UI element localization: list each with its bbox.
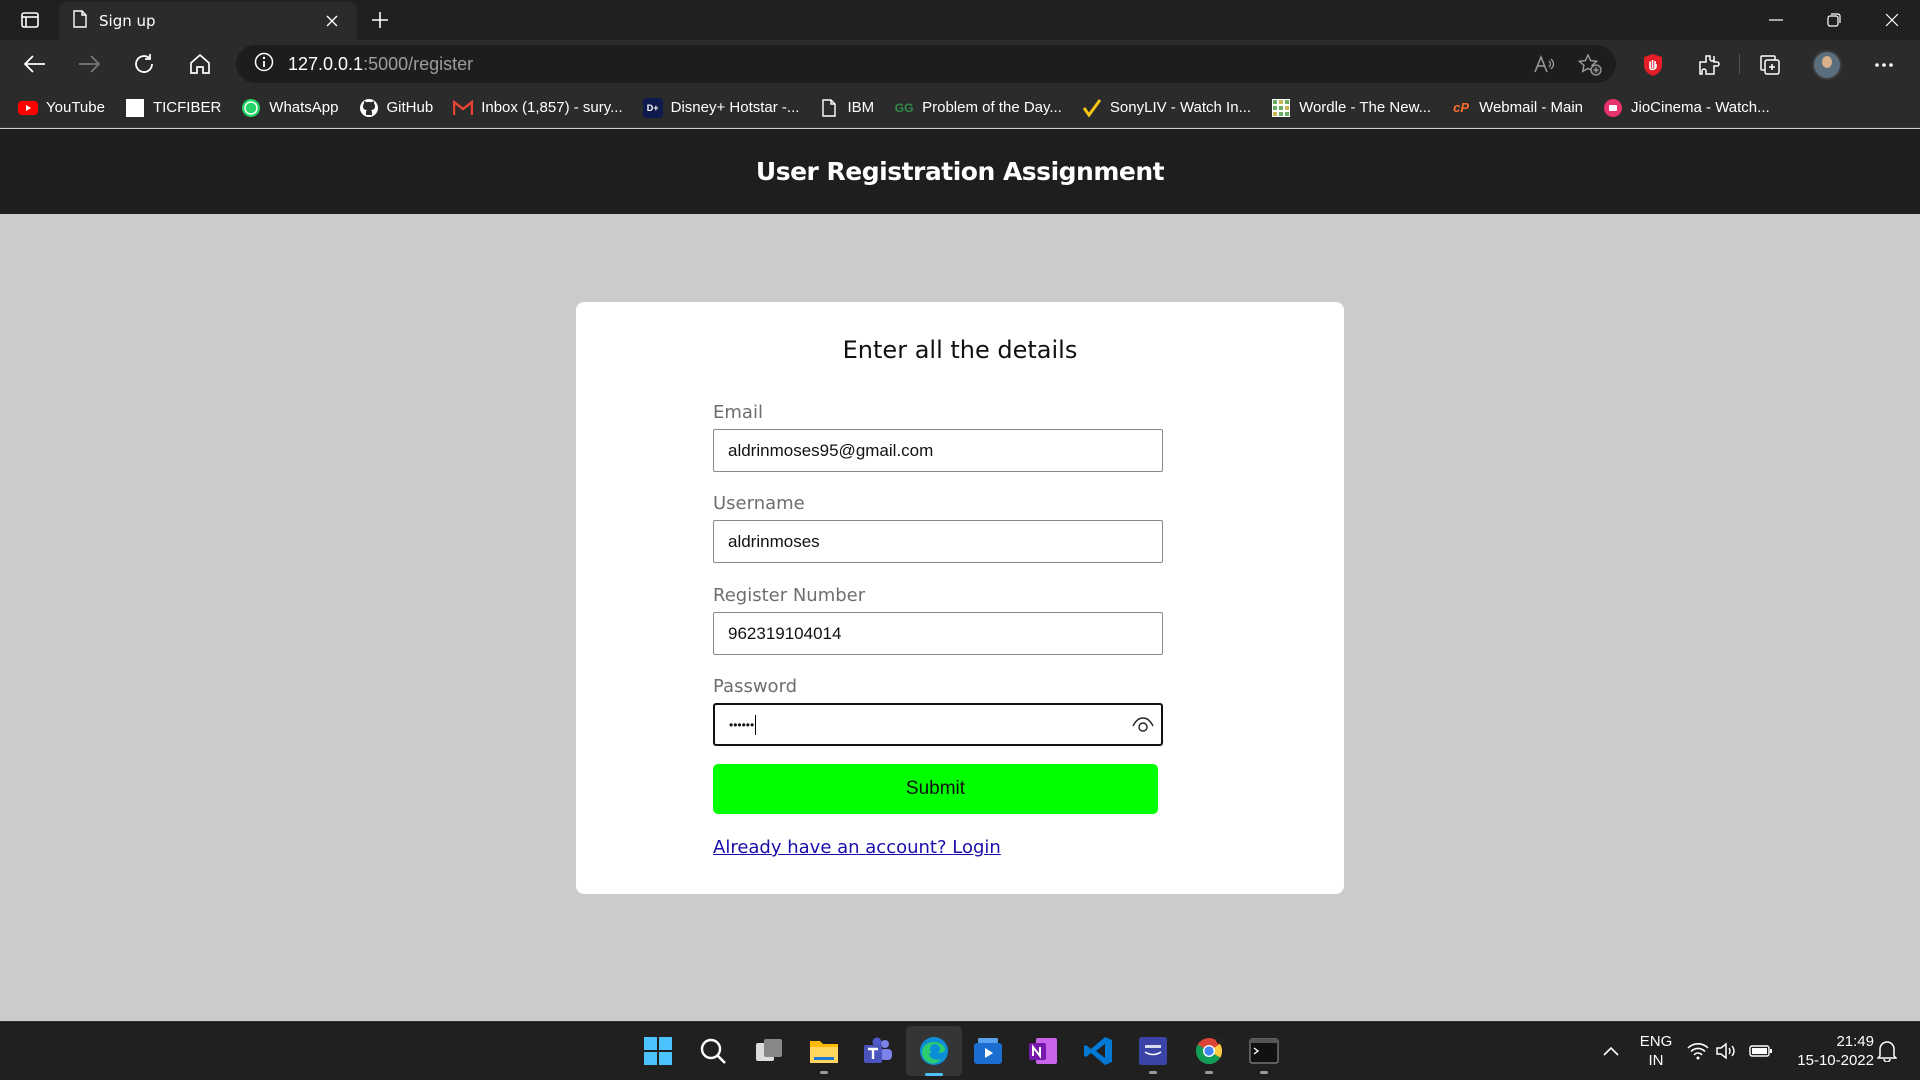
username-field[interactable]: aldrinmoses <box>713 520 1163 563</box>
hotstar-icon: D+ <box>642 97 663 118</box>
read-aloud-icon[interactable] <box>1530 52 1558 78</box>
windows-taskbar: ENG IN 21:49 15-10-2022 <box>0 1021 1920 1080</box>
bookmark-wordle[interactable]: Wordle - The New... <box>1271 98 1431 118</box>
username-label: Username <box>713 493 805 514</box>
collections-icon[interactable] <box>1756 52 1784 78</box>
registration-card: Enter all the details Email aldrinmoses9… <box>576 302 1344 894</box>
sonyliv-icon <box>1082 98 1102 118</box>
onenote-icon[interactable] <box>1027 1035 1059 1067</box>
site-header: User Registration Assignment <box>0 129 1920 214</box>
home-icon[interactable] <box>185 50 215 78</box>
text-caret <box>755 714 757 735</box>
bookmarks-bar: YouTube TICFIBER WhatsApp GitHub Inbox (… <box>0 88 1920 128</box>
register-number-field[interactable]: 962319104014 <box>713 612 1163 655</box>
page-title: User Registration Assignment <box>755 157 1165 186</box>
jiocinema-icon <box>1603 98 1623 118</box>
close-tab-icon[interactable] <box>321 10 343 32</box>
bookmark-sonyliv[interactable]: SonyLIV - Watch In... <box>1082 98 1251 118</box>
github-icon <box>359 98 379 118</box>
vscode-icon[interactable] <box>1082 1035 1114 1067</box>
browser-tab-bar: Sign up <box>0 0 1920 40</box>
youtube-icon <box>18 98 38 118</box>
toolbar-separator <box>1739 54 1740 74</box>
page-icon <box>819 98 839 118</box>
search-icon[interactable] <box>697 1035 729 1067</box>
bookmark-hotstar[interactable]: D+ Disney+ Hotstar -... <box>642 97 799 118</box>
browser-tab[interactable]: Sign up <box>59 2 357 40</box>
adblock-extension-icon[interactable] <box>1639 52 1667 78</box>
email-field[interactable]: aldrinmoses95@gmail.com <box>713 429 1163 472</box>
username-value: aldrinmoses <box>728 531 820 551</box>
password-field[interactable]: •••••• <box>713 703 1163 746</box>
url-host: 127.0.0.1 <box>288 53 364 74</box>
show-hidden-icons-chevron-up-icon[interactable] <box>1597 1035 1625 1067</box>
reload-icon[interactable] <box>129 50 159 78</box>
bookmark-ibm[interactable]: IBM <box>819 98 874 118</box>
bookmark-ticfiber[interactable]: TICFIBER <box>125 98 221 118</box>
running-indicator <box>1260 1071 1268 1074</box>
clock[interactable]: 21:49 15-10-2022 <box>1782 1032 1874 1070</box>
profile-avatar[interactable] <box>1812 50 1842 80</box>
terminal-icon[interactable] <box>1248 1035 1280 1074</box>
restore-icon[interactable] <box>1806 0 1862 40</box>
battery-charging-icon[interactable] <box>1748 1035 1774 1067</box>
teams-icon[interactable] <box>862 1035 894 1067</box>
task-view-icon[interactable] <box>753 1035 785 1067</box>
running-indicator <box>820 1071 828 1074</box>
bookmark-jiocinema[interactable]: JioCinema - Watch... <box>1603 98 1770 118</box>
wifi-icon[interactable] <box>1686 1035 1710 1067</box>
minimize-icon[interactable] <box>1748 0 1804 40</box>
file-explorer-icon[interactable] <box>808 1035 840 1074</box>
register-number-value: 962319104014 <box>728 623 842 643</box>
url-path: :5000/register <box>363 53 474 74</box>
bookmark-gmail[interactable]: Inbox (1,857) - sury... <box>453 98 623 118</box>
edge-browser-icon[interactable] <box>906 1026 962 1076</box>
volume-icon[interactable] <box>1714 1035 1738 1067</box>
site-info-icon[interactable] <box>254 52 274 77</box>
address-bar[interactable]: 127.0.0.1:5000/register <box>236 45 1616 83</box>
bookmark-whatsapp[interactable]: WhatsApp <box>241 98 339 118</box>
cpanel-icon: cP <box>1453 100 1470 115</box>
login-link[interactable]: Already have an account? Login <box>713 837 1001 858</box>
bookmark-webmail[interactable]: cP Webmail - Main <box>1451 98 1583 118</box>
running-indicator <box>1149 1071 1157 1074</box>
bookmark-github[interactable]: GitHub <box>359 98 433 118</box>
browser-toolbar: 127.0.0.1:5000/register <box>0 40 1920 88</box>
page-icon <box>125 98 145 118</box>
show-password-eye-icon[interactable] <box>1131 714 1155 736</box>
new-tab-button[interactable] <box>366 7 394 33</box>
bookmark-geeksforgeeks[interactable]: GG Problem of the Day... <box>894 98 1062 118</box>
email-value: aldrinmoses95@gmail.com <box>728 440 934 460</box>
extensions-icon[interactable] <box>1695 52 1723 78</box>
wordle-icon <box>1271 98 1291 118</box>
bookmark-youtube[interactable]: YouTube <box>18 98 105 118</box>
gmail-icon <box>453 98 474 118</box>
geeksforgeeks-icon: GG <box>894 100 914 115</box>
amazon-music-icon[interactable] <box>1137 1035 1169 1074</box>
whatsapp-icon <box>241 98 261 118</box>
tab-title: Sign up <box>99 12 156 30</box>
register-number-label: Register Number <box>713 585 866 606</box>
email-label: Email <box>713 402 763 423</box>
notifications-icon[interactable] <box>1874 1035 1900 1067</box>
active-window-indicator <box>925 1073 943 1076</box>
language-indicator[interactable]: ENG IN <box>1634 1032 1678 1070</box>
more-options-icon[interactable] <box>1870 52 1898 78</box>
back-icon[interactable] <box>20 50 50 78</box>
running-indicator <box>1205 1071 1213 1074</box>
tab-actions-icon[interactable] <box>14 8 46 32</box>
media-player-icon[interactable] <box>972 1035 1004 1067</box>
password-value: •••••• <box>729 717 755 732</box>
submit-button[interactable]: Submit <box>713 764 1158 814</box>
password-label: Password <box>713 676 798 697</box>
favorite-star-icon[interactable] <box>1576 52 1604 78</box>
chrome-icon[interactable] <box>1193 1035 1225 1074</box>
start-menu-icon[interactable] <box>642 1035 674 1067</box>
page-icon <box>73 10 87 32</box>
forward-icon[interactable] <box>74 50 104 78</box>
form-title: Enter all the details <box>842 336 1078 364</box>
close-window-icon[interactable] <box>1864 0 1920 40</box>
